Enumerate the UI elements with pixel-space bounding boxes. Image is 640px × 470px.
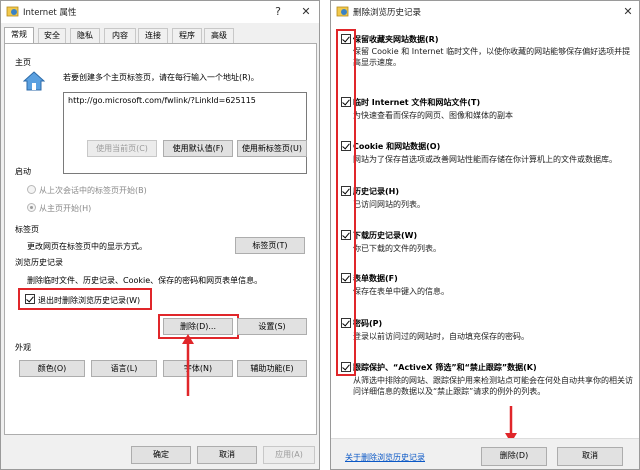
cancel-button[interactable]: 取消 (557, 447, 623, 466)
tab-connections[interactable]: 连接 (138, 28, 168, 43)
history-desc: 已访问网站的列表。 (353, 200, 425, 209)
tracking-protection-title: 跟踪保护、“ActiveX 筛选”和“禁止跟踪”数据(K) (353, 363, 537, 372)
close-button[interactable]: ✕ (619, 4, 637, 19)
tab-advanced[interactable]: 高级 (204, 28, 234, 43)
startup-home-radio[interactable] (27, 203, 36, 212)
delete-button-highlight (158, 314, 239, 339)
window-title: Internet 属性 (23, 8, 77, 18)
tab-content[interactable]: 内容 (104, 28, 136, 43)
cancel-button[interactable]: 取消 (197, 446, 257, 464)
startup-last-session-radio[interactable] (27, 185, 36, 194)
internet-options-icon (6, 6, 19, 17)
passwords-title: 密码(P) (353, 319, 383, 328)
ok-button[interactable]: 确定 (131, 446, 191, 464)
history-description: 删除临时文件、历史记录、Cookie、保存的密码和网页表单信息。 (27, 276, 263, 285)
cookies-desc: 网站为了保存首选项或改善网站性能而存储在你计算机上的文件或数据库。 (353, 155, 617, 164)
homepage-url-value: http://go.microsoft.com/fwlink/?LinkId=6… (68, 96, 256, 105)
temp-files-desc: 为快速查看而保存的网页、图像和媒体的副本 (353, 111, 513, 120)
tab-programs[interactable]: 程序 (172, 28, 202, 43)
passwords-desc: 登录以前访问过的网站时，自动填充保存的密码。 (353, 332, 529, 341)
red-arrow-annotation (182, 334, 194, 396)
tab-privacy[interactable]: 隐私 (70, 28, 100, 43)
delete-history-window: 删除浏览历史记录 ✕ 保留收藏夹网站数据(R) 保留 Cookie 和 Inte… (330, 0, 640, 470)
delete-history-icon (336, 6, 349, 17)
close-button[interactable]: ✕ (297, 4, 315, 19)
checkboxes-highlight (336, 29, 356, 376)
startup-home-label: 从主页开始(H) (39, 204, 92, 213)
house-icon (23, 71, 45, 91)
use-current-button[interactable]: 使用当前页(C) (87, 140, 157, 157)
accessibility-button[interactable]: 辅助功能(E) (237, 360, 307, 377)
tab-security[interactable]: 安全 (38, 28, 66, 43)
homepage-url-input[interactable]: http://go.microsoft.com/fwlink/?LinkId=6… (63, 92, 307, 174)
dialog-footer: 关于删除浏览历史记录 删除(D) 取消 (331, 438, 639, 469)
startup-last-session-label: 从上次会话中的标签页开始(B) (39, 186, 147, 195)
help-button[interactable]: ? (269, 4, 287, 19)
tabs-button[interactable]: 标签页(T) (235, 237, 305, 254)
form-data-desc: 保存在表单中键入的信息。 (353, 287, 449, 296)
appearance-section-label: 外观 (15, 343, 31, 352)
fonts-button[interactable]: 字体(N) (163, 360, 233, 377)
tab-general[interactable]: 常规 (4, 27, 34, 44)
home-section-label: 主页 (15, 58, 31, 67)
checkbox-highlight (18, 288, 152, 310)
use-new-tab-button[interactable]: 使用新标签页(U) (237, 140, 307, 157)
download-history-title: 下载历史记录(W) (353, 231, 418, 240)
tabs-section-label: 标签页 (15, 225, 39, 234)
title-bar: Internet 属性 ? ✕ (1, 1, 319, 23)
history-section-label: 浏览历史记录 (15, 258, 63, 267)
apply-button[interactable]: 应用(A) (263, 446, 315, 464)
download-history-desc: 你已下载的文件的列表。 (353, 244, 441, 253)
form-data-title: 表单数据(F) (353, 274, 398, 283)
history-title: 历史记录(H) (353, 187, 400, 196)
delete-button[interactable]: 删除(D) (481, 447, 547, 466)
keep-favorites-desc: 保留 Cookie 和 Internet 临时文件，以使你收藏的网站能够保存偏好… (353, 47, 631, 67)
tabs-description: 更改网页在标签页中的显示方式。 (27, 242, 147, 251)
startup-section-label: 启动 (15, 167, 31, 176)
history-settings-button[interactable]: 设置(S) (237, 318, 307, 335)
general-panel: 主页 若要创建多个主页标签页，请在每行输入一个地址(R)。 http://go.… (4, 43, 317, 435)
window-title: 删除浏览历史记录 (353, 8, 422, 18)
internet-options-window: Internet 属性 ? ✕ 常规 安全 隐私 内容 连接 程序 高级 主页 … (0, 0, 320, 470)
temp-files-title: 临时 Internet 文件和网站文件(T) (353, 98, 481, 107)
languages-button[interactable]: 语言(L) (91, 360, 157, 377)
use-default-button[interactable]: 使用默认值(F) (163, 140, 233, 157)
cookies-title: Cookie 和网站数据(O) (353, 142, 441, 151)
about-delete-history-link[interactable]: 关于删除浏览历史记录 (345, 452, 425, 463)
home-description: 若要创建多个主页标签页，请在每行输入一个地址(R)。 (63, 73, 259, 82)
keep-favorites-title: 保留收藏夹网站数据(R) (353, 35, 439, 44)
colors-button[interactable]: 颜色(O) (19, 360, 85, 377)
tracking-protection-desc: 从筛选中排除的网站、跟踪保护用来检测站点可能会在何处自动共享你的相关访问详细信息… (353, 376, 633, 396)
